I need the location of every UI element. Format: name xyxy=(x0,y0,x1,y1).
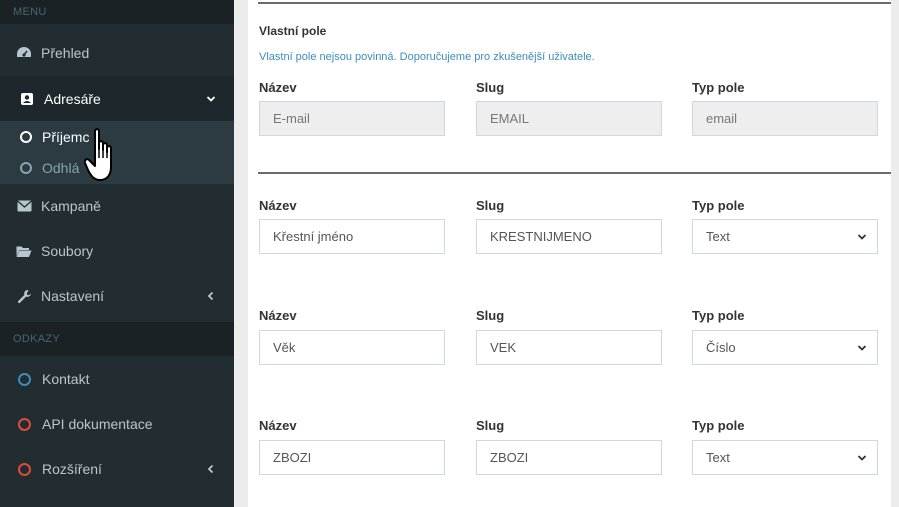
sidebar-item-campaigns[interactable]: Kampaně xyxy=(0,184,234,228)
circle-icon xyxy=(20,130,32,143)
sidebar-item-label: Kampaně xyxy=(41,198,101,214)
label-name: Název xyxy=(259,80,297,95)
sidebar-item-label: Kontakt xyxy=(42,371,90,387)
panel-title: Vlastní pole xyxy=(259,24,327,38)
folder-open-icon xyxy=(15,243,33,259)
slug-input[interactable]: KRESTNIJMENO xyxy=(476,219,662,254)
label-slug: Slug xyxy=(476,198,505,213)
links-header: ODKAZY xyxy=(0,322,234,356)
name-input[interactable]: Věk xyxy=(259,330,445,365)
circle-icon xyxy=(18,417,31,431)
label-slug: Slug xyxy=(476,418,505,433)
circle-icon xyxy=(18,372,31,386)
select-value: Číslo xyxy=(706,340,736,355)
label-name: Název xyxy=(259,308,297,323)
sidebar-item-contact[interactable]: Kontakt xyxy=(0,357,234,401)
circle-icon xyxy=(20,161,32,174)
name-input[interactable]: Křestní jméno xyxy=(259,219,445,254)
name-field: E-mail xyxy=(259,101,445,136)
divider xyxy=(258,2,891,4)
chevron-down-icon xyxy=(857,343,867,353)
custom-fields-panel: Vlastní pole Vlastní pole nejsou povinná… xyxy=(248,0,891,507)
label-slug: Slug xyxy=(476,80,505,95)
label-name: Název xyxy=(259,198,297,213)
label-type: Typ pole xyxy=(692,308,745,323)
dashboard-icon xyxy=(15,45,33,61)
chevron-down-icon xyxy=(857,453,867,463)
sidebar-item-label: Soubory xyxy=(41,243,94,259)
wrench-icon xyxy=(15,288,33,304)
sidebar-item-label: Rozšíření xyxy=(42,461,102,477)
panel-description: Vlastní pole nejsou povinná. Doporučujem… xyxy=(259,51,595,63)
input-value: ZBOZI xyxy=(273,450,312,465)
input-value: KRESTNIJMENO xyxy=(490,229,592,244)
select-value: Text xyxy=(706,450,730,465)
menu-header: MENU xyxy=(0,0,234,24)
chevron-left-icon xyxy=(206,291,216,301)
sub-item-label: Odhlá xyxy=(42,159,80,176)
circle-icon xyxy=(18,462,31,476)
name-input[interactable]: ZBOZI xyxy=(259,440,445,475)
label-type: Typ pole xyxy=(692,198,745,213)
slug-field: EMAIL xyxy=(476,101,662,136)
slug-input[interactable]: VEK xyxy=(476,330,662,365)
sidebar-item-api[interactable]: API dokumentace xyxy=(0,402,234,446)
main-content: Vlastní pole Vlastní pole nejsou povinná… xyxy=(234,0,899,507)
label-type: Typ pole xyxy=(692,80,745,95)
chevron-down-icon xyxy=(857,232,867,242)
sidebar-item-settings[interactable]: Nastavení xyxy=(0,274,234,318)
divider xyxy=(258,172,891,174)
input-value: Křestní jméno xyxy=(273,229,354,244)
sidebar-item-files[interactable]: Soubory xyxy=(0,229,234,273)
sidebar-item-overview[interactable]: Přehled xyxy=(0,31,234,75)
sidebar-item-label: Adresáře xyxy=(44,90,101,107)
type-field: email xyxy=(692,101,878,136)
type-select[interactable]: Text xyxy=(692,219,878,254)
slug-input[interactable]: ZBOZI xyxy=(476,440,662,475)
input-value: ZBOZI xyxy=(490,450,529,465)
label-type: Typ pole xyxy=(692,418,745,433)
label-slug: Slug xyxy=(476,308,505,323)
sub-item-label: Příjemc xyxy=(42,128,90,145)
sidebar: MENU Přehled Adresáře Příjemc Odhlá Kamp… xyxy=(0,0,234,507)
input-value: VEK xyxy=(490,340,517,355)
chevron-down-icon xyxy=(206,94,216,104)
label-name: Název xyxy=(259,418,297,433)
envelope-icon xyxy=(15,198,33,214)
hand-cursor-icon xyxy=(83,127,124,187)
sidebar-item-extensions[interactable]: Rozšíření xyxy=(0,447,234,491)
input-value: Věk xyxy=(273,340,296,355)
sidebar-item-label: Nastavení xyxy=(41,288,105,304)
chevron-left-icon xyxy=(206,464,216,474)
type-select[interactable]: Text xyxy=(692,440,878,475)
sidebar-item-label: Přehled xyxy=(41,45,90,61)
sidebar-item-label: API dokumentace xyxy=(42,416,153,432)
address-book-icon xyxy=(18,91,36,107)
sidebar-item-contacts[interactable]: Adresáře xyxy=(0,76,234,121)
type-select[interactable]: Číslo xyxy=(692,330,878,365)
select-value: Text xyxy=(706,229,730,244)
